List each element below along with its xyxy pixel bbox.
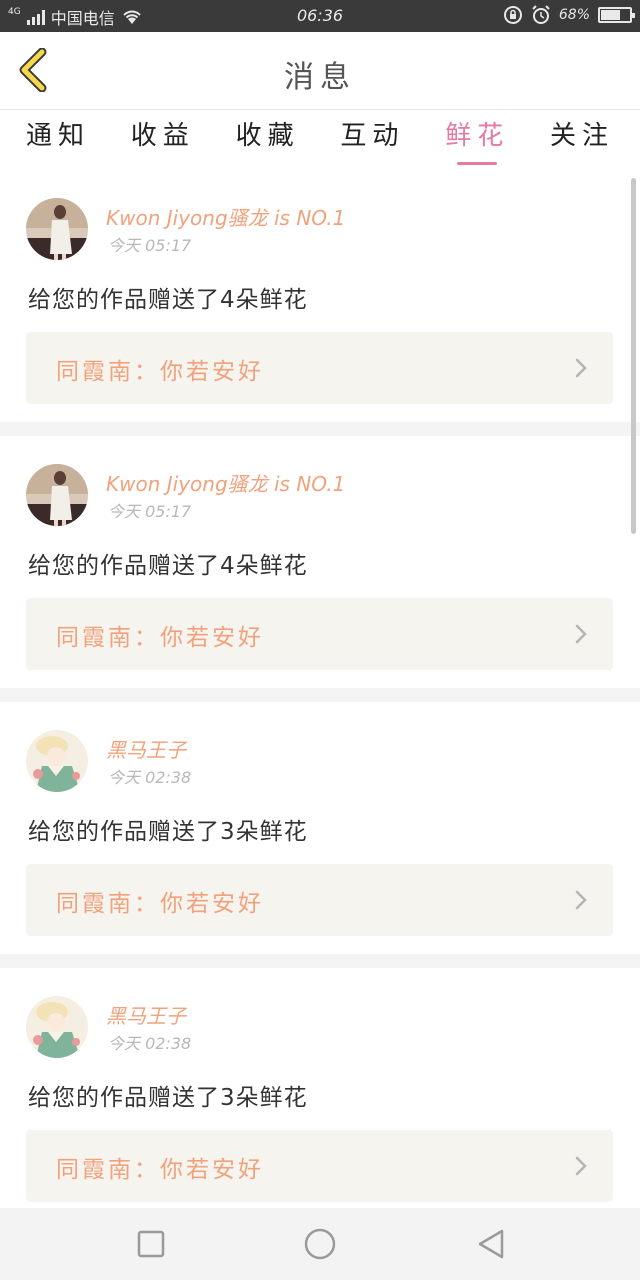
message-text: 给您的作品赠送了3朵鲜花 [28, 1085, 308, 1111]
back-triangle-icon[interactable] [474, 1226, 510, 1262]
scrollbar[interactable] [631, 178, 636, 534]
tab-interactions[interactable]: 互动 [340, 111, 404, 169]
message-card: 黑马王子 今天 02:38 给您的作品赠送了3朵鲜花 同霞南：你若安好 [0, 968, 640, 1208]
chevron-right-icon [575, 890, 587, 910]
chevron-right-icon [575, 624, 587, 644]
quoted-work-title: 同霞南：你若安好 [56, 891, 264, 917]
alarm-icon [532, 5, 550, 24]
sender-name[interactable]: 黑马王子 [106, 734, 186, 763]
quoted-work[interactable]: 同霞南：你若安好 [26, 1130, 613, 1202]
sender-name[interactable]: Kwon Jiyong骚龙 is NO.1 [106, 468, 345, 497]
battery-percent: 68% [558, 7, 590, 23]
tab-notifications[interactable]: 通知 [26, 111, 90, 169]
avatar[interactable] [26, 730, 88, 792]
chevron-right-icon [575, 358, 587, 378]
quoted-work-title: 同霞南：你若安好 [56, 1157, 264, 1183]
quoted-work-title: 同霞南：你若安好 [56, 625, 264, 651]
message-card: 黑马王子 今天 02:38 给您的作品赠送了3朵鲜花 同霞南：你若安好 [0, 702, 640, 954]
message-time: 今天 05:17 [108, 236, 192, 255]
page-title: 消息 [284, 60, 356, 95]
avatar[interactable] [26, 996, 88, 1058]
message-list[interactable]: Kwon Jiyong骚龙 is NO.1 今天 05:17 给您的作品赠送了4… [0, 170, 640, 1208]
tab-follows[interactable]: 关注 [550, 111, 614, 169]
sender-name[interactable]: 黑马王子 [106, 1000, 186, 1029]
message-text: 给您的作品赠送了4朵鲜花 [28, 553, 308, 579]
status-bar: 4G 中国电信 06:36 68% [0, 0, 640, 32]
message-time: 今天 05:17 [108, 502, 192, 521]
message-text: 给您的作品赠送了4朵鲜花 [28, 287, 308, 313]
avatar[interactable] [26, 198, 88, 260]
message-card: Kwon Jiyong骚龙 is NO.1 今天 05:17 给您的作品赠送了4… [0, 170, 640, 422]
recent-apps-icon[interactable] [133, 1226, 169, 1262]
quoted-work[interactable]: 同霞南：你若安好 [26, 332, 613, 404]
message-card: Kwon Jiyong骚龙 is NO.1 今天 05:17 给您的作品赠送了4… [0, 436, 640, 688]
home-icon[interactable] [302, 1226, 338, 1262]
lock-rotation-icon [503, 6, 522, 24]
system-nav-bar [0, 1208, 640, 1280]
message-time: 今天 02:38 [108, 1034, 192, 1053]
tab-flowers[interactable]: 鲜花 [445, 111, 509, 169]
sender-name[interactable]: Kwon Jiyong骚龙 is NO.1 [106, 202, 345, 231]
quoted-work-title: 同霞南：你若安好 [56, 359, 264, 385]
avatar[interactable] [26, 464, 88, 526]
battery-icon [598, 7, 635, 23]
tab-bar: 通知 收益 收藏 互动 鲜花 关注 [0, 111, 640, 169]
chevron-right-icon [575, 1156, 587, 1176]
tab-earnings[interactable]: 收益 [131, 111, 195, 169]
app-header: 消息 [0, 32, 640, 110]
message-text: 给您的作品赠送了3朵鲜花 [28, 819, 308, 845]
quoted-work[interactable]: 同霞南：你若安好 [26, 864, 613, 936]
quoted-work[interactable]: 同霞南：你若安好 [26, 598, 613, 670]
tab-favorites[interactable]: 收藏 [236, 111, 300, 169]
message-time: 今天 02:38 [108, 768, 192, 787]
